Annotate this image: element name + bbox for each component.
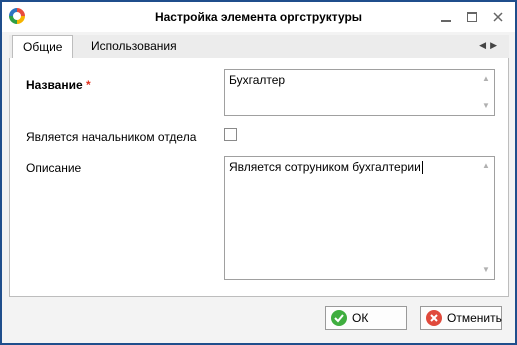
minimize-icon[interactable] [435, 7, 457, 27]
maximize-icon[interactable] [461, 7, 483, 27]
name-input-value: Бухгалтер [229, 73, 286, 87]
description-label: Описание [26, 161, 82, 175]
ok-button[interactable]: ОК [325, 306, 407, 330]
scroll-down-icon[interactable]: ▼ [479, 100, 493, 112]
dialog-window: Настройка элемента оргструктуры Общие Ис… [0, 0, 517, 345]
description-input[interactable]: Является сотруником бухгалтерии ▲ ▼ [224, 156, 495, 280]
tab-scroll-arrows[interactable]: ◀▶ [479, 40, 501, 51]
description-input-scrollbar[interactable]: ▲ ▼ [479, 158, 493, 278]
tab-usages[interactable]: Использования [81, 35, 187, 57]
scroll-down-icon[interactable]: ▼ [479, 264, 493, 276]
required-mark: * [86, 78, 91, 92]
general-tab-panel: Название * Бухгалтер ▲ ▼ Является началь… [9, 58, 509, 297]
name-input-scrollbar[interactable]: ▲ ▼ [479, 71, 493, 114]
cancel-button-label: Отменить [447, 311, 502, 325]
name-label-text: Название [26, 78, 83, 92]
dialog-footer: ОК Отменить [2, 298, 515, 343]
text-caret [421, 161, 423, 175]
tab-scroll-left-icon[interactable]: ◀ [479, 40, 490, 50]
description-input-value: Является сотруником бухгалтерии [229, 160, 421, 174]
tab-general[interactable]: Общие [12, 35, 74, 59]
scroll-up-icon[interactable]: ▲ [479, 160, 493, 172]
tab-scroll-right-icon[interactable]: ▶ [490, 40, 501, 50]
scroll-up-icon[interactable]: ▲ [479, 73, 493, 85]
cancel-button[interactable]: Отменить [420, 306, 502, 330]
title-bar: Настройка элемента оргструктуры [2, 2, 515, 32]
check-icon [331, 310, 347, 326]
tab-bar: Общие Использования ◀▶ [9, 35, 509, 59]
is-head-checkbox[interactable] [224, 128, 237, 141]
name-field-label: Название * [26, 78, 91, 92]
close-icon[interactable] [487, 7, 509, 27]
is-head-label: Является начальником отдела [26, 130, 197, 144]
name-input[interactable]: Бухгалтер ▲ ▼ [224, 69, 495, 116]
ok-button-label: ОК [352, 311, 369, 325]
x-circle-icon [426, 310, 442, 326]
